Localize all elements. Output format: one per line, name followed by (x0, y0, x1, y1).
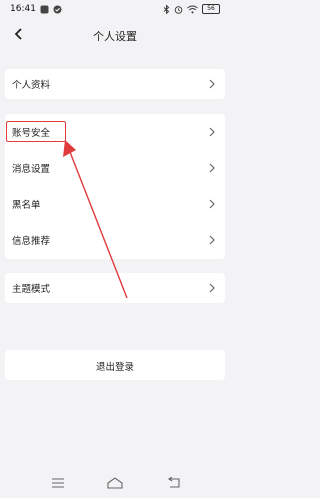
home-icon[interactable] (107, 477, 123, 489)
menu-icon[interactable] (50, 477, 66, 489)
system-nav-bar (0, 469, 230, 498)
annotation-arrow (63, 140, 128, 299)
return-icon[interactable] (166, 477, 182, 489)
